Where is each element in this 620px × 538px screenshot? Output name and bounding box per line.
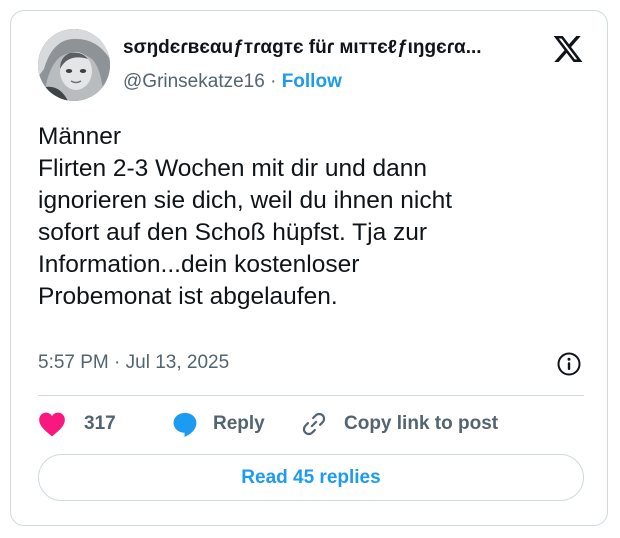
tweet-text-line: Männer (38, 123, 122, 150)
tweet-timestamp[interactable]: 5:57 PM · Jul 13, 2025 (38, 352, 229, 374)
copy-link-button[interactable]: Copy link to post (300, 409, 498, 439)
tweet-text-line: sofort auf den Schoß hüpfst. Tja zur (38, 219, 428, 246)
avatar-image (38, 29, 110, 101)
meta-separator: · (114, 352, 121, 373)
tweet-date: Jul 13, 2025 (125, 352, 230, 373)
link-icon (300, 410, 328, 438)
reply-button[interactable]: Reply (171, 409, 265, 439)
read-replies-button[interactable]: Read 45 replies (38, 454, 584, 501)
like-button[interactable]: 317 (38, 409, 116, 439)
tweet-time: 5:57 PM (38, 352, 109, 373)
author-handle-row: @Grinsekatze16 · Follow (123, 71, 342, 93)
heart-icon (38, 411, 66, 437)
tweet-text: Männer Flirten 2-3 Wochen mit dir und da… (38, 121, 578, 313)
author-handle[interactable]: @Grinsekatze16 (123, 71, 265, 92)
x-logo-icon[interactable] (552, 33, 584, 65)
like-count: 317 (84, 413, 116, 434)
handle-separator: · (270, 71, 277, 92)
speech-bubble-icon (171, 410, 199, 438)
reply-label: Reply (213, 413, 265, 434)
tweet-text-line: Probemonat ist abgelaufen. (38, 283, 338, 310)
tweet-card: sσŋdєɾвєαuƒтɾαgтє füɾ мιттєℓƒιŋgєɾα... @… (10, 10, 608, 526)
tweet-text-line: ignorieren sie dich, weil du ihnen nicht (38, 187, 453, 214)
action-bar: 317 Reply Copy link to post (38, 409, 584, 439)
info-icon[interactable] (556, 351, 582, 377)
copy-link-label: Copy link to post (344, 413, 499, 434)
avatar[interactable] (38, 29, 110, 101)
tweet-text-line: Information...dein kostenloser (38, 251, 360, 278)
divider (38, 395, 584, 396)
author-display-name[interactable]: sσŋdєɾвєαuƒтɾαgтє füɾ мιттєℓƒιŋgєɾα... (123, 37, 482, 59)
tweet-text-line: Flirten 2-3 Wochen mit dir und dann (38, 155, 428, 182)
follow-button[interactable]: Follow (282, 71, 342, 92)
